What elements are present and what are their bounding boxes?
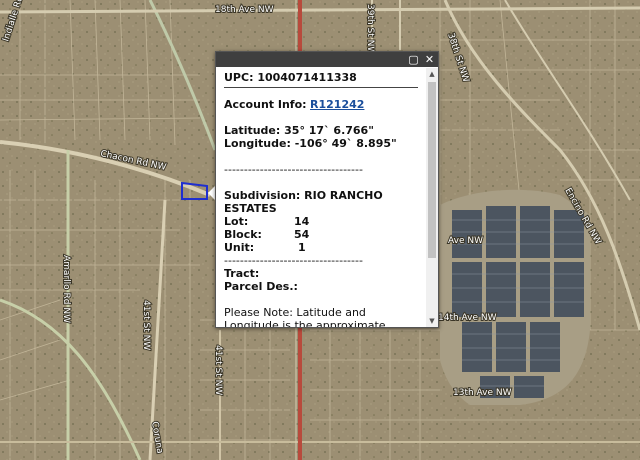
scroll-up-icon[interactable]: ▲ xyxy=(426,68,438,80)
text-divider-2: ----------------------------------- xyxy=(224,254,363,267)
scroll-thumb[interactable] xyxy=(428,82,436,258)
subdivision-row: Subdivision: RIO RANCHO ESTATES xyxy=(224,189,418,215)
maximize-icon[interactable]: ▢ xyxy=(407,53,420,66)
latitude-label: Latitude: xyxy=(224,124,281,137)
popup-body[interactable]: UPC: 1004071411338 Account Info: R121242… xyxy=(216,68,426,327)
subdivision-label: Subdivision: xyxy=(224,189,301,202)
upc-row: UPC: 1004071411338 xyxy=(224,71,418,84)
road-label-41st-low: 41st St NW xyxy=(141,300,151,350)
longitude-value: -106° 49` 8.895" xyxy=(294,137,397,150)
road-label-13th: 13th Ave NW xyxy=(453,388,512,398)
scroll-down-icon[interactable]: ▼ xyxy=(426,315,438,327)
upc-label: UPC: xyxy=(224,71,254,84)
parcel-info-popup: ▢ ✕ UPC: 1004071411338 Account Info: R12… xyxy=(215,51,439,328)
road-label-amarillo: Amarllo Rd NW xyxy=(61,255,71,323)
lot-value: 14 xyxy=(294,215,310,228)
unit-value: 1 xyxy=(298,241,306,254)
road-label-18th: 18th Ave NW xyxy=(215,5,274,15)
tract-label: Tract: xyxy=(224,267,260,280)
unit-label: Unit: xyxy=(224,241,255,254)
lot-label: Lot: xyxy=(224,215,249,228)
block-value: 54 xyxy=(294,228,310,241)
latitude-row: Latitude: 35° 17` 6.766" xyxy=(224,124,418,137)
close-icon[interactable]: ✕ xyxy=(423,53,436,66)
popup-titlebar: ▢ ✕ xyxy=(216,52,438,67)
block-row: Block: 54 xyxy=(224,228,418,241)
road-label-ave: Ave NW xyxy=(448,236,483,246)
header-divider xyxy=(224,87,418,88)
account-link[interactable]: R121242 xyxy=(310,98,364,111)
unit-row: Unit: 1 xyxy=(224,241,418,254)
road-label-39th: 39th St NW xyxy=(365,4,375,55)
lot-row: Lot: 14 xyxy=(224,215,418,228)
block-label: Block: xyxy=(224,228,262,241)
account-label: Account Info: xyxy=(224,98,307,111)
longitude-label: Longitude: xyxy=(224,137,291,150)
account-row: Account Info: R121242 xyxy=(224,98,418,111)
parcel-description-label: Parcel Des.: xyxy=(224,280,298,293)
solar-farm xyxy=(440,189,590,405)
popup-scrollbar[interactable]: ▲ ▼ xyxy=(426,68,438,327)
road-label-41st-mid: 41st St NW xyxy=(213,345,223,395)
location-note: Please Note: Latitude and Longitude is t… xyxy=(224,306,386,327)
latitude-value: 35° 17` 6.766" xyxy=(284,124,374,137)
upc-value: 1004071411338 xyxy=(257,71,357,84)
road-label-14th: 14th Ave NW xyxy=(438,313,497,323)
longitude-row: Longitude: -106° 49` 8.895" xyxy=(224,137,418,150)
text-divider-1: ----------------------------------- xyxy=(224,163,363,176)
